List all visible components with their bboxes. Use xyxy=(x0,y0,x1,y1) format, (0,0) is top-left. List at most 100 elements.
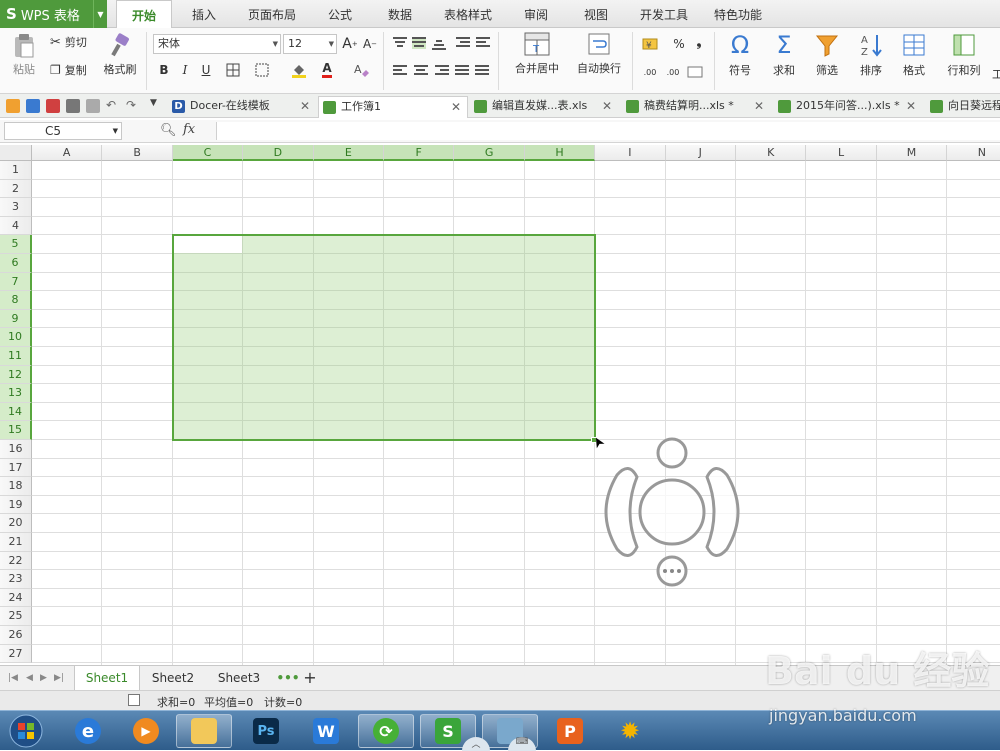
font-size-select[interactable]: 12 ▼ xyxy=(283,34,337,54)
row-header-3[interactable]: 3 xyxy=(0,198,32,217)
touch-navigation-widget[interactable] xyxy=(595,435,750,590)
taskbar-photoshop[interactable]: Ps xyxy=(238,714,294,748)
tab-review[interactable]: 审阅 xyxy=(512,0,560,28)
row-header-19[interactable]: 19 xyxy=(0,495,32,515)
close-icon[interactable]: ✕ xyxy=(300,96,310,116)
redo-icon[interactable]: ↷ xyxy=(126,98,140,112)
open-folder-icon[interactable] xyxy=(6,99,20,113)
taskbar-wps-presentation[interactable]: P xyxy=(542,714,598,748)
align-top-icon[interactable] xyxy=(393,37,407,49)
customize-toolbar-icon[interactable]: ▼ xyxy=(150,98,164,112)
align-center-icon[interactable] xyxy=(414,65,428,77)
row-header-24[interactable]: 24 xyxy=(0,588,32,608)
close-icon[interactable]: ✕ xyxy=(602,96,612,116)
row-header-5[interactable]: 5 xyxy=(0,235,32,254)
column-header-m[interactable]: M xyxy=(876,145,948,161)
column-header-b[interactable]: B xyxy=(102,145,173,161)
filter-button[interactable]: 筛选 xyxy=(808,32,846,78)
taskbar-sun-app[interactable]: ✹ xyxy=(602,714,658,748)
align-left-icon[interactable] xyxy=(393,65,407,77)
fill-pattern-button[interactable] xyxy=(253,61,271,79)
decrease-decimal-button[interactable]: .00 xyxy=(664,63,682,81)
column-header-h[interactable]: H xyxy=(524,145,596,161)
select-all-corner[interactable] xyxy=(0,145,32,161)
app-menu-button[interactable]: S WPS 表格 ▼ xyxy=(0,0,107,28)
rows-columns-button[interactable]: 行和列 xyxy=(940,32,988,78)
next-sheet-icon[interactable]: ▶ xyxy=(40,673,47,683)
save-icon[interactable] xyxy=(26,99,40,113)
doc-tab-workbook1[interactable]: 工作簿1 ✕ xyxy=(318,96,468,118)
close-icon[interactable]: ✕ xyxy=(906,96,916,116)
row-header-11[interactable]: 11 xyxy=(0,347,32,366)
sheet-tab-1[interactable]: Sheet1 xyxy=(74,666,140,690)
column-header-i[interactable]: I xyxy=(595,145,666,161)
tab-formulas[interactable]: 公式 xyxy=(316,0,364,28)
taskbar-wps-writer[interactable]: W xyxy=(298,714,354,748)
font-color-button[interactable]: A xyxy=(318,61,336,79)
status-toggle-icon[interactable] xyxy=(128,694,140,706)
underline-button[interactable]: U xyxy=(197,61,215,79)
column-header-j[interactable]: J xyxy=(665,145,736,161)
row-header-12[interactable]: 12 xyxy=(0,365,32,385)
tab-table-style[interactable]: 表格样式 xyxy=(436,0,500,28)
bold-button[interactable]: B xyxy=(155,61,173,79)
row-header-14[interactable]: 14 xyxy=(0,402,32,422)
number-format-button[interactable]: ¥ xyxy=(641,35,659,53)
tab-data[interactable]: 数据 xyxy=(376,0,424,28)
row-header-27[interactable]: 27 xyxy=(0,644,32,664)
column-header-c[interactable]: C xyxy=(172,145,244,161)
chevron-down-icon[interactable]: ▼ xyxy=(93,0,107,28)
taskbar-explorer[interactable] xyxy=(176,714,232,748)
row-header-26[interactable]: 26 xyxy=(0,626,32,645)
sort-button[interactable]: AZ 排序 xyxy=(852,32,890,78)
align-middle-icon[interactable] xyxy=(412,37,426,49)
increase-indent-icon[interactable] xyxy=(476,37,490,49)
row-header-23[interactable]: 23 xyxy=(0,570,32,589)
taskbar-ie[interactable]: e xyxy=(60,714,116,748)
print-icon[interactable] xyxy=(66,99,80,113)
column-header-k[interactable]: K xyxy=(736,145,807,161)
row-header-13[interactable]: 13 xyxy=(0,384,32,403)
doc-tab-file[interactable]: 2015年问答...).xls * ✕ xyxy=(774,96,924,118)
tab-page-layout[interactable]: 页面布局 xyxy=(240,0,304,28)
undo-icon[interactable]: ↶ xyxy=(106,98,120,112)
sheet-tab-2[interactable]: Sheet2 xyxy=(140,666,206,690)
start-button[interactable] xyxy=(0,714,52,748)
fx-button[interactable]: fx xyxy=(183,122,195,137)
format-button[interactable]: 格式 xyxy=(896,32,932,78)
magnifier-icon[interactable]: 🔍︎ xyxy=(160,123,177,138)
align-right-icon[interactable] xyxy=(435,65,449,77)
copy-button[interactable]: ❐ 复制 xyxy=(50,62,87,78)
tab-insert[interactable]: 插入 xyxy=(178,0,230,28)
row-header-8[interactable]: 8 xyxy=(0,291,32,310)
row-header-6[interactable]: 6 xyxy=(0,254,32,273)
formula-input[interactable] xyxy=(216,122,1000,140)
tab-home[interactable]: 开始 xyxy=(116,0,172,29)
doc-tab-file[interactable]: 编辑直发媒...表.xls ✕ xyxy=(470,96,620,118)
doc-tab-file[interactable]: 稿费结算明...xls * ✕ xyxy=(622,96,772,118)
shrink-font-button[interactable]: A − xyxy=(361,35,379,53)
row-header-7[interactable]: 7 xyxy=(0,272,32,292)
symbol-button[interactable]: Ω 符号 xyxy=(722,32,758,78)
row-header-25[interactable]: 25 xyxy=(0,607,32,626)
format-painter-button[interactable]: 格式刷 xyxy=(102,32,138,77)
decrease-indent-icon[interactable] xyxy=(456,37,470,49)
justify-icon[interactable] xyxy=(455,65,469,77)
font-name-select[interactable]: 宋体 ▼ xyxy=(153,34,281,54)
doc-tab-file[interactable]: 向日葵远程 xyxy=(926,96,1000,118)
row-header-18[interactable]: 18 xyxy=(0,477,32,496)
wrap-text-button[interactable]: 自动换行 xyxy=(574,32,624,76)
border-button[interactable] xyxy=(224,61,242,79)
ribbon-overflow[interactable]: 工 xyxy=(992,66,1000,82)
close-icon[interactable]: ✕ xyxy=(754,96,764,116)
row-header-2[interactable]: 2 xyxy=(0,179,32,199)
percent-button[interactable]: % xyxy=(670,35,688,53)
row-header-9[interactable]: 9 xyxy=(0,309,32,329)
close-icon[interactable]: ✕ xyxy=(451,97,461,117)
tab-view[interactable]: 视图 xyxy=(572,0,620,28)
distribute-icon[interactable] xyxy=(475,65,489,77)
column-header-e[interactable]: E xyxy=(313,145,384,161)
row-header-20[interactable]: 20 xyxy=(0,514,32,533)
merge-center-button[interactable]: T 合并居中 xyxy=(508,32,566,76)
more-sheets-button[interactable]: ••• xyxy=(276,666,300,690)
